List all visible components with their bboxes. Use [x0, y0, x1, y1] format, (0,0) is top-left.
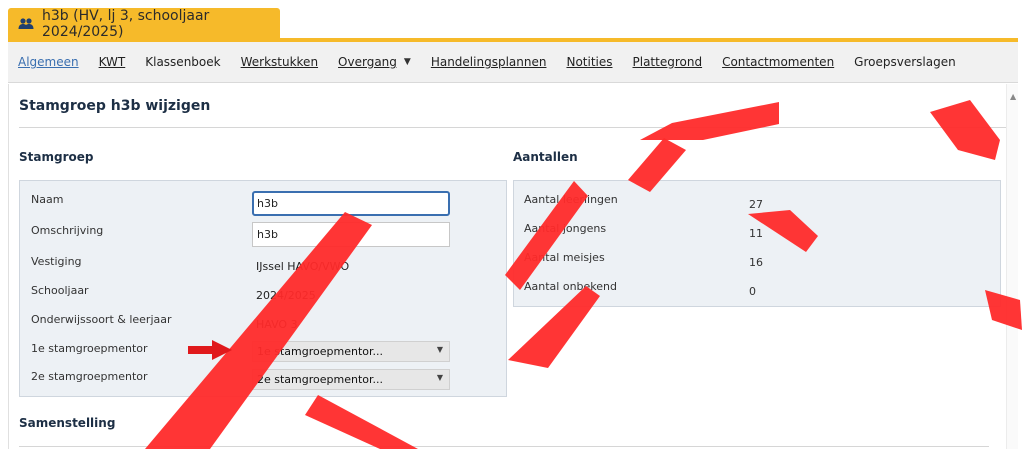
tab-label: Overgang: [338, 55, 397, 69]
tab-label: Plattegrond: [632, 55, 703, 69]
tab-contactmomenten[interactable]: Contactmomenten: [712, 55, 844, 69]
vestiging-value: IJssel HAVO/VWO: [256, 260, 350, 273]
section-title-stamgroep: Stamgroep: [19, 150, 94, 164]
tab-groepsverslagen[interactable]: Groepsverslagen: [844, 55, 966, 69]
annotation-arrow-icon: [188, 340, 232, 360]
title-divider: [19, 127, 1007, 128]
mentor2-select-value: 2e stamgroepmentor...: [257, 373, 384, 386]
mentor2-select[interactable]: 2e stamgroepmentor... ▼: [252, 369, 450, 390]
tab-label: Contactmomenten: [722, 55, 835, 69]
omschrijving-label: Omschrijving: [31, 224, 104, 237]
aantal-meisjes-value: 16: [749, 256, 763, 269]
section-title-aantallen: Aantallen: [513, 150, 578, 164]
aantal-onbekend-value: 0: [749, 285, 756, 298]
samenstelling-divider: [19, 446, 989, 447]
tab-navigation: Algemeen KWT Klassenboek Werkstukken Ove…: [8, 42, 1018, 83]
stamgroep-panel: Naam Omschrijving Vestiging IJssel HAVO/…: [19, 180, 507, 397]
tab-label: Klassenboek: [145, 55, 221, 69]
tab-notities[interactable]: Notities: [556, 55, 622, 69]
tab-label: Groepsverslagen: [854, 55, 956, 69]
tab-handelingsplannen[interactable]: Handelingsplannen: [421, 55, 557, 69]
naam-label: Naam: [31, 193, 64, 206]
scroll-up-icon[interactable]: ▲: [1010, 92, 1016, 101]
aantal-meisjes-label: Aantal meisjes: [524, 251, 605, 264]
main-content: Stamgroep h3b wijzigen Stamgroep Naam Om…: [8, 84, 1018, 449]
chevron-down-icon: ▼: [436, 373, 443, 382]
page-title: Stamgroep h3b wijzigen: [19, 98, 211, 114]
group-icon: [18, 17, 34, 31]
omschrijving-input[interactable]: [252, 222, 450, 247]
mentor1-label: 1e stamgroepmentor: [31, 342, 148, 355]
tab-kwt[interactable]: KWT: [89, 55, 136, 69]
window-tab[interactable]: h3b (HV, lj 3, schooljaar 2024/2025): [8, 7, 280, 40]
tab-overgang[interactable]: Overgang ▼: [328, 55, 421, 69]
tab-algemeen[interactable]: Algemeen: [8, 55, 89, 69]
schooljaar-label: Schooljaar: [31, 284, 89, 297]
mentor1-select[interactable]: 1e stamgroepmentor... ▼: [252, 341, 450, 362]
tab-werkstukken[interactable]: Werkstukken: [231, 55, 328, 69]
tab-label: Werkstukken: [240, 55, 319, 69]
mentor1-select-value: 1e stamgroepmentor...: [257, 345, 384, 358]
tab-klassenboek[interactable]: Klassenboek: [135, 55, 230, 69]
window-tab-title: h3b (HV, lj 3, schooljaar 2024/2025): [42, 7, 210, 40]
scrollbar[interactable]: ▲: [1006, 84, 1018, 449]
aantal-leerlingen-value: 27: [749, 198, 763, 211]
chevron-down-icon: ▼: [436, 345, 443, 354]
tab-label: Algemeen: [18, 55, 79, 69]
tab-label: Notities: [566, 55, 613, 69]
mentor2-label: 2e stamgroepmentor: [31, 370, 148, 383]
onderwijssoort-value: HAVO 3: [256, 318, 298, 331]
aantallen-panel: Aantal leerlingen 27 Aantal jongens 11 A…: [513, 180, 1001, 307]
tab-label: KWT: [98, 55, 126, 69]
aantal-onbekend-label: Aantal onbekend: [524, 280, 617, 293]
caret-down-icon: ▼: [403, 57, 411, 67]
naam-input[interactable]: [252, 191, 450, 216]
aantal-jongens-value: 11: [749, 227, 763, 240]
schooljaar-value: 2024/2025: [256, 289, 316, 302]
aantal-leerlingen-label: Aantal leerlingen: [524, 193, 618, 206]
tab-label: Handelingsplannen: [430, 55, 547, 69]
section-title-samenstelling: Samenstelling: [19, 416, 116, 430]
tab-plattegrond[interactable]: Plattegrond: [623, 55, 713, 69]
vestiging-label: Vestiging: [31, 255, 82, 268]
aantal-jongens-label: Aantal jongens: [524, 222, 607, 235]
onderwijssoort-label: Onderwijssoort & leerjaar: [31, 313, 172, 326]
